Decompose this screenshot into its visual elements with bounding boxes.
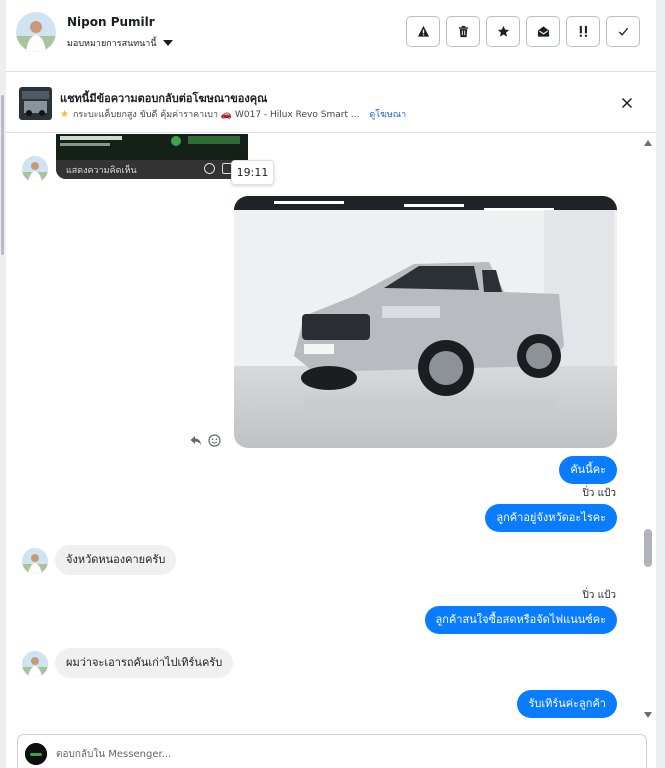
message-bubble-incoming[interactable]: จังหวัดหนองคายครับ	[55, 545, 177, 575]
delete-button[interactable]	[446, 16, 480, 47]
left-scroll-thumb[interactable]	[1, 95, 4, 255]
thread-scroll-thumb[interactable]	[644, 529, 652, 567]
mark-done-button[interactable]	[606, 16, 640, 47]
vehicle-photo[interactable]	[234, 196, 617, 448]
page-avatar	[25, 743, 47, 765]
contact-name[interactable]: Nipon Pumilr	[67, 15, 155, 29]
envelope-open-icon	[537, 26, 549, 37]
message-thread: แสดงความคิดเห็น 19:11 คันนี้คะ ปิ่ว แป้ว…	[6, 134, 642, 720]
header-actions	[406, 16, 640, 47]
caret-down-icon	[162, 40, 173, 46]
star-emoji-icon: ★	[60, 108, 69, 120]
star-button[interactable]	[486, 16, 520, 47]
ad-banner-title: แชทนี้มีข้อความตอบกลับต่อโฆษณาของคุณ	[60, 92, 268, 105]
react-emoji-icon[interactable]	[208, 434, 221, 447]
trash-icon	[458, 25, 468, 38]
ad-reply-banner: แชทนี้มีข้อความตอบกลับต่อโฆษณาของคุณ ★ ก…	[6, 72, 656, 133]
reply-composer	[17, 734, 647, 768]
sender-name: ปิ่ว แป้ว	[582, 488, 616, 499]
check-icon	[618, 27, 628, 36]
message-bubble-outgoing[interactable]: คันนี้คะ	[559, 456, 617, 484]
message-bubble-outgoing[interactable]: ลูกค้าอยู่จังหวัดอะไรคะ	[485, 504, 617, 532]
message-bubble-outgoing[interactable]: รับเทิร์นค่ะลูกค้า	[517, 690, 617, 718]
pickup-truck-photo	[234, 196, 617, 448]
photo-actions	[189, 434, 221, 447]
window-right-edge	[656, 0, 665, 768]
sender-name: ปิ่ว แป้ว	[582, 590, 616, 601]
emoji-icon[interactable]	[204, 163, 215, 174]
assign-label: มอบหมายการสนทนานี้	[67, 39, 157, 49]
shared-post-card[interactable]: แสดงความคิดเห็น	[56, 134, 248, 179]
conversation-header: Nipon Pumilr มอบหมายการสนทนานี้	[6, 0, 656, 72]
ad-banner-subtitle-row: ★ กระบะแค็บยกสูง ขับดี คุ้มค่าราคาเบา 🚗 …	[60, 107, 406, 121]
warning-icon	[417, 25, 429, 37]
shared-post-preview	[56, 134, 248, 160]
follow-up-button[interactable]	[566, 16, 600, 47]
ad-banner-subtitle: กระบะแค็บยกสูง ขับดี คุ้มค่าราคาเบา 🚗 W0…	[72, 110, 360, 120]
reply-icon[interactable]	[189, 434, 202, 447]
report-spam-button[interactable]	[406, 16, 440, 47]
thread-scrollbar[interactable]	[642, 134, 656, 720]
assign-conversation-dropdown[interactable]: มอบหมายการสนทนานี้	[67, 36, 173, 50]
shared-post-caption: แสดงความคิดเห็น	[56, 160, 248, 179]
exclamation-icon	[579, 25, 587, 37]
view-ad-link[interactable]: ดูโฆษณา	[369, 107, 406, 121]
contact-avatar[interactable]	[16, 12, 56, 52]
message-bubble-outgoing[interactable]: ลูกค้าสนใจซื้อสดหรือจัดไฟแนนซ์คะ	[424, 606, 617, 634]
message-bubble-incoming[interactable]: ผมว่าจะเอารถคันเก่าไปเทิร์นครับ	[55, 648, 234, 678]
close-banner-button[interactable]	[618, 94, 636, 112]
timestamp-tooltip: 19:11	[231, 160, 274, 185]
scroll-up-arrow-icon[interactable]	[644, 140, 652, 146]
close-icon	[621, 97, 633, 109]
scroll-down-arrow-icon[interactable]	[644, 712, 652, 718]
star-icon	[497, 25, 509, 37]
contact-avatar-small[interactable]	[22, 548, 48, 574]
reply-input[interactable]	[56, 744, 616, 764]
contact-avatar-small[interactable]	[22, 156, 48, 182]
ad-thumbnail[interactable]	[19, 87, 52, 120]
mark-unread-button[interactable]	[526, 16, 560, 47]
contact-avatar-small[interactable]	[22, 651, 48, 677]
